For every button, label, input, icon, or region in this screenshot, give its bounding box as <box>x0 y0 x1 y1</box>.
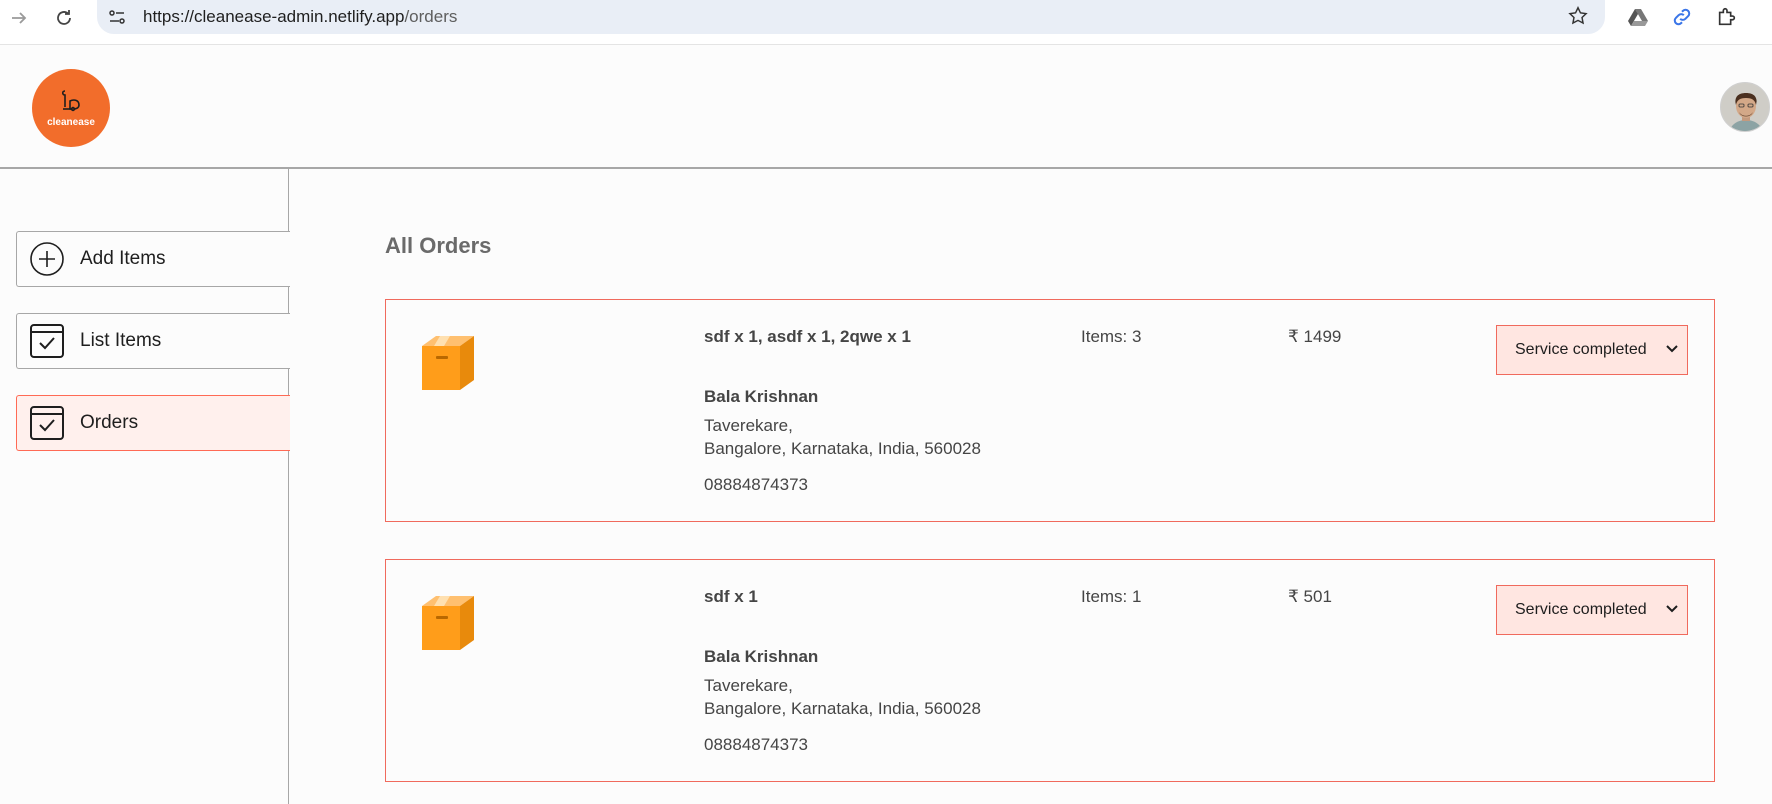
status-value: Service completed <box>1515 601 1647 618</box>
status-value: Service completed <box>1515 341 1647 358</box>
drive-extension-icon[interactable] <box>1625 4 1651 30</box>
plus-circle-icon <box>28 240 66 278</box>
site-settings-icon[interactable] <box>107 7 127 32</box>
extensions-puzzle-icon[interactable] <box>1714 4 1740 30</box>
url-path: /orders <box>404 7 458 26</box>
address-line-2: Bangalore, Karnataka, India, 560028 <box>704 699 981 718</box>
customer-phone: 08884874373 <box>704 475 809 494</box>
order-card: sdf x 1, asdf x 1, 2qwe x 1 Bala Krishna… <box>385 299 1715 522</box>
page-title: All Orders <box>385 233 492 258</box>
checkbox-icon <box>28 404 66 442</box>
sidebar-item-label: Orders <box>80 412 139 433</box>
status-select[interactable]: Service completed <box>1496 325 1688 375</box>
browser-toolbar: https://cleanease-admin.netlify.app/orde… <box>0 0 1772 45</box>
order-amount: ₹ 501 <box>1288 587 1332 606</box>
item-count: Items: 1 <box>1081 587 1142 606</box>
parcel-box-icon <box>418 592 478 657</box>
reload-icon[interactable] <box>49 3 79 33</box>
sidebar-item-orders[interactable]: Orders <box>16 395 290 451</box>
address-line-1: Taverekare, <box>704 416 793 435</box>
order-amount: ₹ 1499 <box>1288 327 1342 346</box>
customer-name: Bala Krishnan <box>704 387 819 406</box>
url-text: https://cleanease-admin.netlify.app/orde… <box>143 7 457 27</box>
avatar[interactable] <box>1720 82 1770 132</box>
order-items: sdf x 1, asdf x 1, 2qwe x 1 <box>704 327 911 346</box>
order-items: sdf x 1 <box>704 587 758 606</box>
address-line-1: Taverekare, <box>704 676 793 695</box>
app-header: cleanease <box>0 45 1772 169</box>
url-host: https://cleanease-admin.netlify.app <box>143 7 405 26</box>
forward-icon[interactable] <box>4 3 34 33</box>
order-card: sdf x 1 Bala Krishnan Taverekare, Bangal… <box>385 559 1715 782</box>
vacuum-icon <box>61 89 80 111</box>
logo-text: cleanease <box>47 116 95 128</box>
status-select[interactable]: Service completed <box>1496 585 1688 635</box>
customer-name: Bala Krishnan <box>704 647 819 666</box>
bookmark-star-icon[interactable] <box>1567 5 1589 32</box>
chevron-down-icon <box>1665 342 1679 361</box>
customer-phone: 08884874373 <box>704 735 809 754</box>
chevron-down-icon <box>1665 602 1679 621</box>
link-extension-icon[interactable] <box>1669 4 1695 30</box>
sidebar-item-label: Add Items <box>80 248 166 269</box>
address-line-2: Bangalore, Karnataka, India, 560028 <box>704 439 981 458</box>
sidebar: Add Items List Items Orders <box>0 169 290 804</box>
sidebar-item-add-items[interactable]: Add Items <box>16 231 290 287</box>
parcel-box-icon <box>418 332 478 397</box>
item-count: Items: 3 <box>1081 327 1142 346</box>
sidebar-item-list-items[interactable]: List Items <box>16 313 290 369</box>
cleanease-logo[interactable]: cleanease <box>32 69 110 147</box>
checkbox-icon <box>28 322 66 360</box>
sidebar-item-label: List Items <box>80 330 162 351</box>
address-bar[interactable]: https://cleanease-admin.netlify.app/orde… <box>97 0 1605 34</box>
